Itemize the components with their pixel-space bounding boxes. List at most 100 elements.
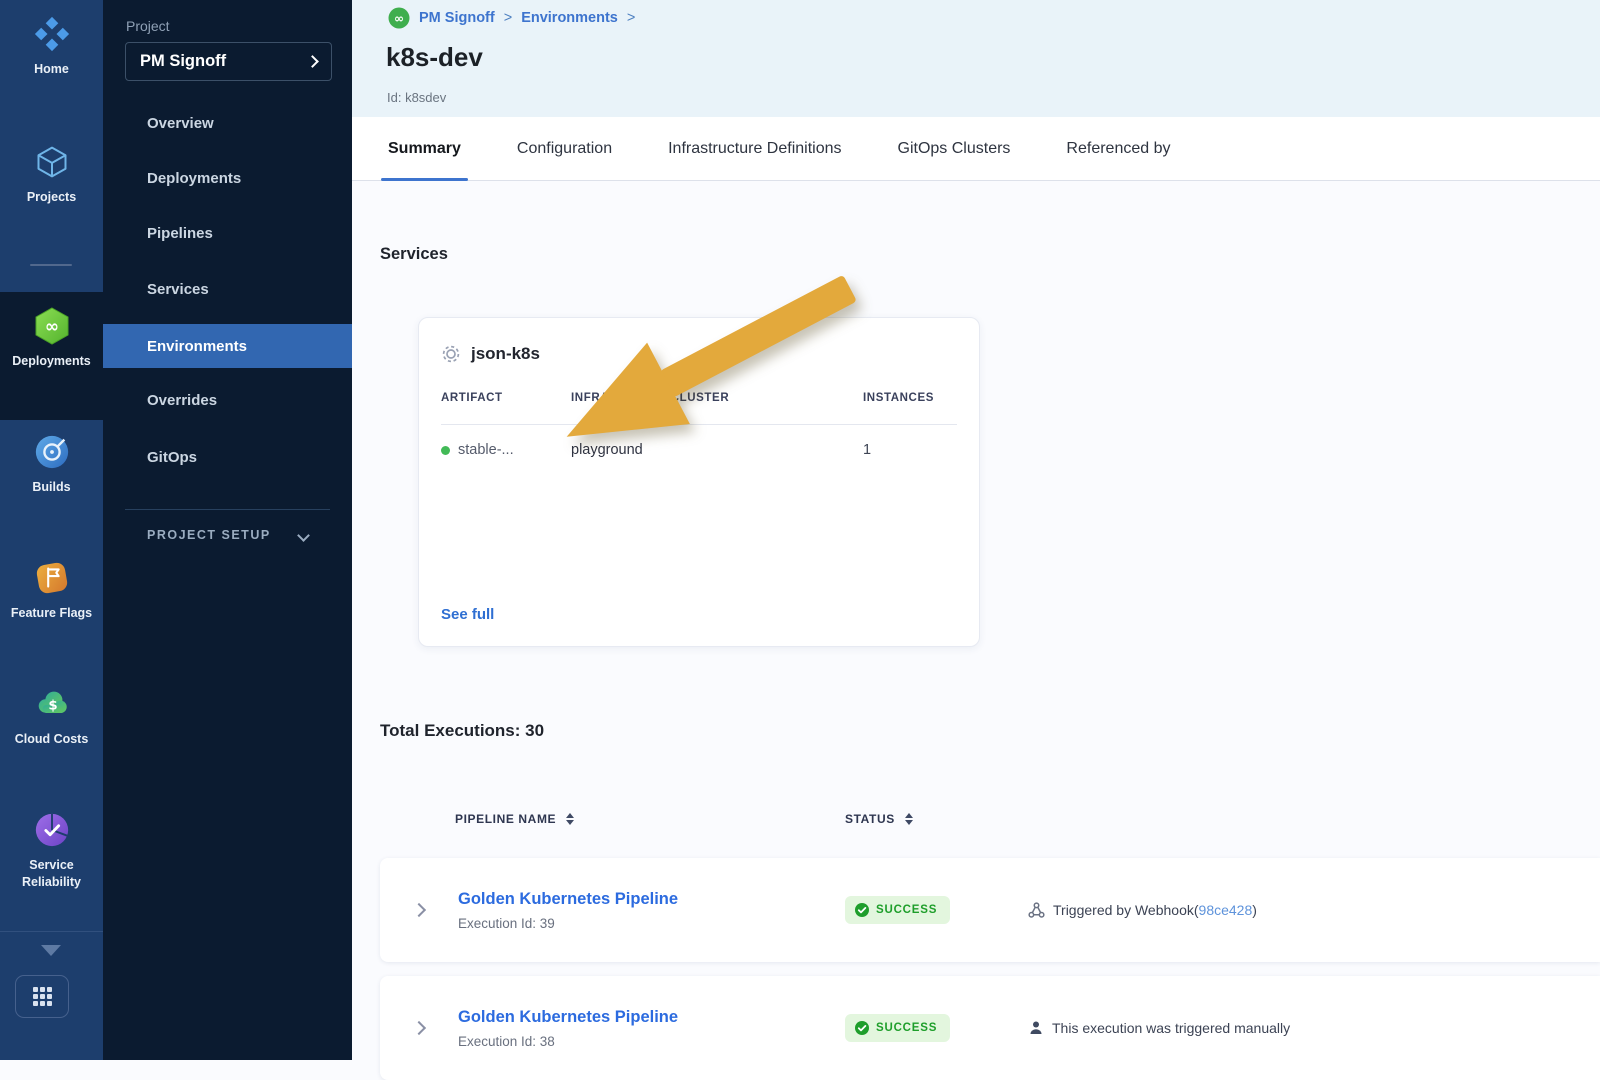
- column-artifact: ARTIFACT: [441, 392, 571, 404]
- sort-icon[interactable]: [905, 813, 913, 826]
- trigger-text: Triggered by Webhook(98ce428): [1053, 902, 1257, 918]
- expand-chevron-icon[interactable]: [380, 1023, 458, 1033]
- chevron-down-icon: [297, 529, 310, 542]
- sidebar-item-services[interactable]: Services: [103, 271, 352, 307]
- projects-icon: [32, 142, 72, 182]
- environment-icon: ∞: [388, 7, 410, 29]
- sidebar-item-overrides[interactable]: Overrides: [103, 382, 352, 418]
- sidebar-item-cloud-costs[interactable]: $ Cloud Costs: [0, 684, 103, 748]
- gear-icon: [441, 344, 461, 364]
- project-setup-label: PROJECT SETUP: [147, 528, 271, 542]
- service-table-divider: [441, 424, 957, 425]
- tab-referenced-by[interactable]: Referenced by: [1066, 117, 1170, 180]
- trigger-text: This execution was triggered manually: [1052, 1020, 1290, 1036]
- column-instances: INSTANCES: [863, 392, 957, 404]
- trigger-prefix: Triggered by Webhook(: [1053, 902, 1199, 918]
- sidebar-item-pipelines[interactable]: Pipelines: [103, 215, 352, 251]
- tab-gitops-clusters[interactable]: GitOps Clusters: [898, 117, 1011, 180]
- svg-text:$: $: [48, 699, 57, 714]
- project-selector[interactable]: PM Signoff: [125, 42, 332, 81]
- column-pipeline-name[interactable]: PIPELINE NAME: [455, 812, 574, 826]
- breadcrumb-project-link[interactable]: PM Signoff: [419, 10, 495, 26]
- service-reliability-icon: [32, 810, 72, 850]
- chevron-down-icon[interactable]: [41, 945, 61, 956]
- total-executions-label: Total Executions: 30: [380, 721, 544, 741]
- module-label: Feature Flags: [11, 605, 92, 622]
- feature-flags-icon: [32, 558, 72, 598]
- project-section-label: Project: [126, 18, 170, 34]
- cloud-costs-icon: $: [32, 684, 72, 724]
- webhook-icon: [1028, 902, 1045, 919]
- sidebar-item-projects[interactable]: Projects: [0, 142, 103, 206]
- main-content: ∞ PM Signoff > Environments > k8s-dev Id…: [352, 0, 1600, 1060]
- tab-configuration[interactable]: Configuration: [517, 117, 612, 180]
- module-switcher-button[interactable]: [15, 975, 69, 1018]
- nav-label: Overrides: [147, 392, 217, 409]
- sidebar-item-feature-flags[interactable]: Feature Flags: [0, 558, 103, 622]
- execution-row[interactable]: Golden Kubernetes Pipeline Execution Id:…: [380, 976, 1600, 1080]
- sidebar-item-deployments[interactable]: ∞ Deployments: [0, 306, 103, 370]
- expand-chevron-icon[interactable]: [380, 905, 458, 915]
- execution-id: Execution Id: 38: [458, 1034, 845, 1049]
- trigger-suffix: ): [1252, 902, 1257, 918]
- sort-icon[interactable]: [566, 813, 574, 826]
- page-header: ∞ PM Signoff > Environments > k8s-dev Id…: [352, 0, 1600, 117]
- module-label: Deployments: [12, 353, 91, 370]
- service-card-header: json-k8s: [441, 344, 540, 364]
- status-text: SUCCESS: [876, 904, 937, 916]
- module-label: Cloud Costs: [15, 731, 89, 748]
- artifact-value: stable-...: [458, 442, 514, 458]
- person-icon: [1028, 1020, 1044, 1036]
- executions-table-header: PIPELINE NAME STATUS: [380, 799, 1600, 839]
- status-dot: [441, 446, 450, 455]
- sidebar-item-builds[interactable]: Builds: [0, 432, 103, 496]
- chevron-right-icon: [306, 55, 319, 68]
- breadcrumb-environments-link[interactable]: Environments: [521, 10, 618, 26]
- instances-value: 1: [863, 442, 957, 458]
- pipeline-link[interactable]: Golden Kubernetes Pipeline: [458, 1008, 845, 1027]
- column-status[interactable]: STATUS: [845, 812, 913, 826]
- sidebar-item-service-reliability[interactable]: Service Reliability: [0, 810, 103, 891]
- sidebar-item-gitops[interactable]: GitOps: [103, 439, 352, 475]
- nav-label: Pipelines: [147, 225, 213, 242]
- service-card[interactable]: json-k8s ARTIFACT INFRA / GITOPS CLUSTER…: [418, 317, 980, 647]
- app-window: Home Projects ∞ Deployments: [0, 0, 1600, 1060]
- check-circle-icon: [855, 903, 869, 917]
- breadcrumb: ∞ PM Signoff > Environments >: [388, 7, 635, 29]
- project-name: PM Signoff: [140, 52, 226, 71]
- nav-label: GitOps: [147, 449, 197, 466]
- nav-label: Services: [147, 281, 209, 298]
- execution-id: Execution Id: 39: [458, 916, 845, 931]
- service-table-header: ARTIFACT INFRA / GITOPS CLUSTER INSTANCE…: [441, 392, 957, 404]
- status-badge: SUCCESS: [845, 1014, 950, 1042]
- pipeline-link[interactable]: Golden Kubernetes Pipeline: [458, 890, 845, 909]
- tab-summary[interactable]: Summary: [388, 117, 461, 180]
- services-heading: Services: [380, 245, 448, 264]
- sidebar-item-environments[interactable]: Environments: [103, 324, 352, 368]
- pipeline-name-header-label: PIPELINE NAME: [455, 812, 556, 826]
- service-table-row[interactable]: stable-... playground 1: [441, 442, 957, 458]
- tab-infrastructure-definitions[interactable]: Infrastructure Definitions: [668, 117, 841, 180]
- module-divider: [30, 264, 72, 266]
- nav-label: Overview: [147, 115, 214, 132]
- module-label: Home: [34, 61, 69, 78]
- project-setup-toggle[interactable]: PROJECT SETUP: [147, 528, 308, 542]
- svg-text:∞: ∞: [44, 317, 58, 337]
- module-sidebar: Home Projects ∞ Deployments: [0, 0, 103, 1060]
- webhook-hash-link[interactable]: 98ce428: [1199, 902, 1253, 918]
- module-label: Projects: [27, 189, 76, 206]
- sidebar-divider: [125, 509, 330, 510]
- sidebar-item-home[interactable]: Home: [0, 14, 103, 78]
- see-full-link[interactable]: See full: [441, 606, 494, 623]
- module-footer-divider: [0, 931, 103, 932]
- builds-icon: [32, 432, 72, 472]
- execution-row[interactable]: Golden Kubernetes Pipeline Execution Id:…: [380, 858, 1600, 962]
- breadcrumb-separator: >: [627, 10, 635, 26]
- infra-cluster-value: playground: [571, 442, 863, 458]
- service-name: json-k8s: [471, 344, 540, 364]
- nav-label: Deployments: [147, 170, 241, 187]
- sidebar-item-overview[interactable]: Overview: [103, 105, 352, 141]
- summary-content: Services json-k8s ARTIFACT INFRA / GITOP…: [352, 181, 1600, 1060]
- sidebar-item-deployments-nav[interactable]: Deployments: [103, 160, 352, 196]
- column-infra-gitops-cluster: INFRA / GITOPS CLUSTER: [571, 392, 863, 404]
